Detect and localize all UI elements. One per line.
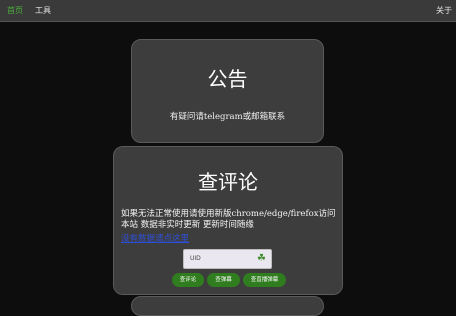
notice-title: 公告 [207,67,248,91]
nav-home-link[interactable]: 首页 [7,5,23,16]
query-comments-button[interactable]: 查评论 [172,273,204,287]
review-title: 查评论 [198,170,258,194]
query-live-danmaku-button[interactable]: 查直播弹幕 [243,273,286,287]
review-card: 查评论 如果无法正常使用请使用新版chrome/edge/firefox访问本站… [113,146,343,295]
nav-tools-link[interactable]: 工具 [35,5,51,16]
nav-about-link[interactable]: 关于 [436,5,452,16]
notice-card: 公告 有疑问请telegram或邮箱联系 [131,39,324,143]
uid-input[interactable]: UID ☘ [183,249,272,269]
review-description: 如果无法正常使用请使用新版chrome/edge/firefox访问本站 数据非… [121,209,336,230]
query-danmaku-button[interactable]: 查弹幕 [207,273,240,287]
uid-placeholder: UID [190,255,201,262]
next-card [131,296,324,316]
notice-body: 有疑问请telegram或邮箱联系 [169,112,286,122]
top-navbar: 首页 工具 关于 [0,0,456,22]
no-data-link[interactable]: 没有数据请点这里 [121,232,189,244]
clover-icon[interactable]: ☘ [257,253,266,265]
